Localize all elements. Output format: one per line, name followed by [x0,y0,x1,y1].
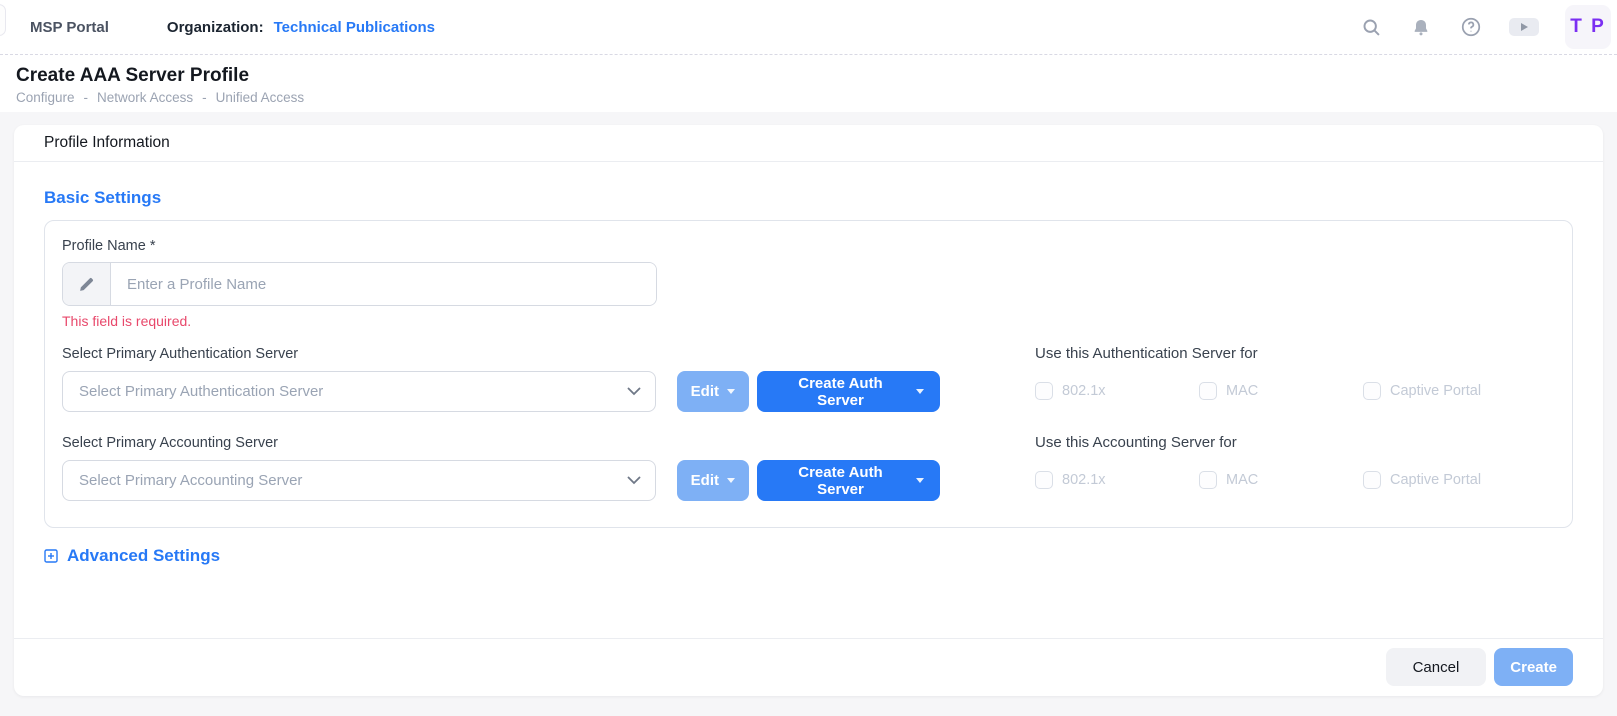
auth-checkbox-captive-portal[interactable]: Captive Portal [1363,382,1481,400]
profile-name-label: Profile Name * [62,237,1555,255]
checkbox-icon [1199,471,1217,489]
expand-plus-icon [44,549,58,563]
topbar-actions: T P [1359,5,1611,49]
caret-down-icon [916,389,924,394]
card-body: Basic Settings Profile Name * This field… [14,162,1603,638]
top-bar: MSP Portal Organization: Technical Publi… [0,0,1617,55]
acct-server-left: Select Primary Accounting Server Select … [62,434,940,501]
profile-name-error: This field is required. [62,313,1555,329]
auth-server-controls: Select Primary Authentication Server Edi… [62,371,940,412]
acct-checkbox-mac[interactable]: MAC [1199,471,1363,489]
caret-down-icon [727,478,735,483]
pencil-icon [63,263,111,305]
play-icon [1521,23,1528,31]
auth-use-for-label: Use this Authentication Server for [1035,345,1555,363]
acct-create-server-button[interactable]: Create Auth Server [757,460,940,501]
notifications-bell-icon[interactable] [1409,15,1433,39]
acct-server-label: Select Primary Accounting Server [62,434,940,452]
auth-server-left: Select Primary Authentication Server Sel… [62,345,940,412]
auth-server-section: Select Primary Authentication Server Sel… [62,345,1555,412]
auth-edit-button[interactable]: Edit [677,371,749,412]
acct-server-select[interactable]: Select Primary Accounting Server [62,460,656,501]
page-head: Create AAA Server Profile Configure - Ne… [0,55,1617,112]
profile-name-input[interactable] [111,263,656,305]
auth-checkbox-row: 802.1x MAC Captive Portal [1035,382,1555,400]
card-title: Profile Information [44,133,1573,153]
cancel-button[interactable]: Cancel [1386,648,1487,686]
breadcrumb-item-network-access[interactable]: Network Access [97,90,193,105]
app-brand: MSP Portal [30,19,109,36]
auth-checkbox-8021x[interactable]: 802.1x [1035,382,1199,400]
basic-settings-heading: Basic Settings [44,188,1573,208]
acct-checkbox-captive-portal[interactable]: Captive Portal [1363,471,1481,489]
auth-create-server-button[interactable]: Create Auth Server [757,371,940,412]
acct-server-controls: Select Primary Accounting Server Edit Cr… [62,460,940,501]
checkbox-icon [1035,471,1053,489]
create-button[interactable]: Create [1494,648,1573,686]
video-tutorial-icon[interactable] [1509,18,1539,36]
auth-server-right: Use this Authentication Server for 802.1… [1035,345,1555,412]
breadcrumb-separator: - [84,90,89,105]
user-avatar[interactable]: T P [1565,5,1611,49]
organization-label: Organization: [167,19,264,36]
help-icon[interactable] [1459,15,1483,39]
chevron-down-icon [627,476,641,485]
checkbox-icon [1035,382,1053,400]
auth-checkbox-mac[interactable]: MAC [1199,382,1363,400]
auth-server-label: Select Primary Authentication Server [62,345,940,363]
caret-down-icon [916,478,924,483]
acct-edit-button[interactable]: Edit [677,460,749,501]
auth-server-select-value: Select Primary Authentication Server [79,383,323,400]
collapsed-panel-edge [0,4,6,36]
checkbox-icon [1199,382,1217,400]
acct-server-right: Use this Accounting Server for 802.1x MA… [1035,434,1555,501]
acct-server-select-value: Select Primary Accounting Server [79,472,302,489]
breadcrumb-separator: - [202,90,207,105]
acct-server-section: Select Primary Accounting Server Select … [62,434,1555,501]
page-title: Create AAA Server Profile [16,63,1601,88]
advanced-settings-toggle[interactable]: Advanced Settings [44,546,1573,566]
breadcrumb-item-unified-access[interactable]: Unified Access [216,90,305,105]
organization-link[interactable]: Technical Publications [274,19,435,36]
acct-checkbox-8021x[interactable]: 802.1x [1035,471,1199,489]
acct-checkbox-row: 802.1x MAC Captive Portal [1035,471,1555,489]
search-icon[interactable] [1359,15,1383,39]
checkbox-icon [1363,382,1381,400]
advanced-settings-label: Advanced Settings [67,546,220,566]
auth-server-select[interactable]: Select Primary Authentication Server [62,371,656,412]
card-footer: Cancel Create [14,638,1603,696]
acct-use-for-label: Use this Accounting Server for [1035,434,1555,452]
main-content: Profile Information Basic Settings Profi… [0,112,1617,696]
card-header: Profile Information [14,125,1603,162]
caret-down-icon [727,389,735,394]
checkbox-icon [1363,471,1381,489]
chevron-down-icon [627,387,641,396]
breadcrumb: Configure - Network Access - Unified Acc… [16,90,1601,105]
profile-name-input-group [62,262,657,306]
breadcrumb-item-configure[interactable]: Configure [16,90,75,105]
profile-information-card: Profile Information Basic Settings Profi… [14,125,1603,696]
basic-settings-box: Profile Name * This field is required. S… [44,220,1573,528]
